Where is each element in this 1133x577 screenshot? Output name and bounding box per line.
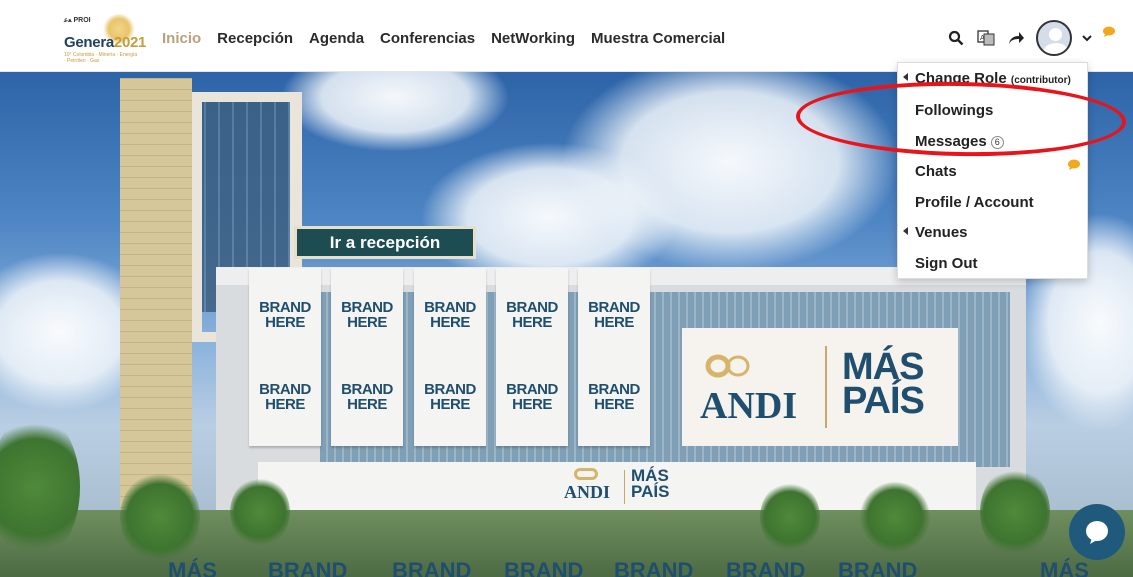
nav-muestra-comercial[interactable]: Muestra Comercial [591,30,725,47]
cloud [280,72,510,152]
building-tower [120,78,192,518]
banner-text: BRAND HERE [424,381,476,413]
banner-text: BRAND HERE [424,299,476,331]
logo-tagline: 10° Colombia · Minería · Energía · Petró… [64,52,138,64]
banner-text: BRAND HERE [506,299,558,331]
caret-left-icon [903,73,908,81]
tree [230,477,290,547]
menu-sign-out[interactable]: Sign Out [915,255,978,272]
header-icons: A [946,20,1116,56]
nav-inicio[interactable]: Inicio [162,30,201,47]
chat-icon [1086,521,1108,544]
sign-separator [825,346,827,428]
brand-banner[interactable]: BRAND HERE BRAND HERE [331,268,403,446]
menu-chats[interactable]: Chats [915,163,957,180]
andi-text: ANDI [700,385,798,427]
brand-banner[interactable]: BRAND HERE BRAND HERE [414,268,486,446]
bottom-sign: BRAND [504,558,584,577]
andi-mas-pais-sign[interactable]: ANDI MÁS PAÍS [682,328,958,446]
bottom-sign: BRAND [392,558,472,577]
brand-banner[interactable]: BRAND HERE BRAND HERE [249,268,321,446]
banner-text: BRAND HERE [506,381,558,413]
chat-launcher-button[interactable] [1069,504,1125,560]
banner-text: BRAND HERE [341,299,393,331]
bottom-sign: BRAND [614,558,694,577]
brand-banner[interactable]: BRAND HERE BRAND HERE [578,268,650,446]
bottom-sign: BRAND [268,558,348,577]
banner-text: BRAND HERE [341,381,393,413]
avatar[interactable] [1036,20,1072,56]
tree [760,482,820,552]
nav-conferencias[interactable]: Conferencias [380,30,475,47]
ir-a-recepcion-button[interactable]: Ir a recepción [294,226,476,259]
bottom-sign: MÁS [1040,558,1089,577]
chat-bubble-icon[interactable] [1102,22,1116,42]
banner-text: BRAND HERE [588,299,640,331]
chat-bubble-icon [1068,159,1080,170]
menu-venues[interactable]: Venues [903,224,968,241]
banner-text: BRAND HERE [259,381,311,413]
bottom-sign: MÁS [168,558,217,577]
nav-agenda[interactable]: Agenda [309,30,364,47]
logo-small-text: ﻌﻋ PROI [64,17,91,24]
tree [860,482,930,552]
andi-small-logo-icon [574,468,598,480]
search-icon[interactable] [946,28,966,48]
svg-text:A: A [980,34,985,42]
banner-text: BRAND HERE [588,381,640,413]
nav-networking[interactable]: NetWorking [491,30,575,47]
tree [120,472,200,562]
main-nav: Inicio Recepción Agenda Conferencias Net… [162,30,725,47]
genera-logo[interactable]: ﻌﻋ PROI Genera2021 10° Colombia · Minerí… [62,14,146,64]
share-icon[interactable] [1006,28,1026,48]
nav-recepcion[interactable]: Recepción [217,30,293,47]
banner-text: BRAND HERE [259,299,311,331]
tree [980,467,1050,557]
strip-separator [624,470,625,504]
chevron-down-icon[interactable] [1082,28,1092,48]
andi-small-text: ANDI [564,482,611,502]
brand-banner[interactable]: BRAND HERE BRAND HERE [496,268,568,446]
bottom-sign: BRAND [726,558,806,577]
andi-logo-icon [705,354,750,378]
caret-left-icon [903,227,908,235]
mas-pais-text: MÁS PAÍS [842,346,925,422]
translate-icon[interactable]: A [976,28,996,48]
bottom-sign: BRAND [838,558,918,577]
mas-pais-small-text: MÁS PAÍS [631,466,670,501]
menu-profile-account[interactable]: Profile / Account [915,194,1034,211]
logo-name: Genera2021 [64,34,147,51]
